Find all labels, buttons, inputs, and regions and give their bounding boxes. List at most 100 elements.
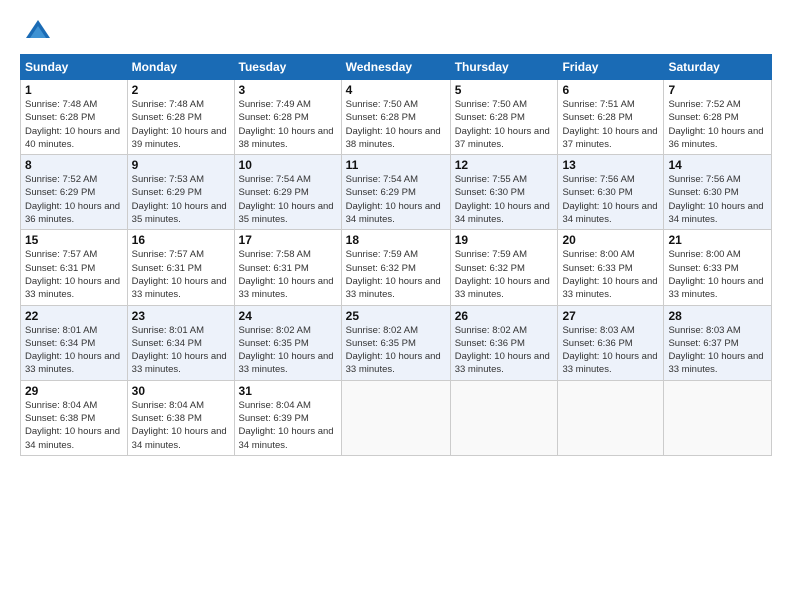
day-number: 26 (455, 309, 554, 323)
logo-icon (24, 16, 52, 44)
day-number: 24 (239, 309, 337, 323)
day-number: 14 (668, 158, 767, 172)
day-info: Sunrise: 8:04 AMSunset: 6:38 PMDaylight:… (132, 399, 230, 452)
calendar-col-header: Friday (558, 55, 664, 80)
calendar-col-header: Tuesday (234, 55, 341, 80)
day-number: 19 (455, 233, 554, 247)
day-number: 30 (132, 384, 230, 398)
day-info: Sunrise: 7:49 AMSunset: 6:28 PMDaylight:… (239, 98, 337, 151)
day-info: Sunrise: 7:54 AMSunset: 6:29 PMDaylight:… (346, 173, 446, 226)
calendar-cell: 31Sunrise: 8:04 AMSunset: 6:39 PMDayligh… (234, 380, 341, 455)
calendar-cell: 10Sunrise: 7:54 AMSunset: 6:29 PMDayligh… (234, 155, 341, 230)
day-number: 11 (346, 158, 446, 172)
day-info: Sunrise: 8:00 AMSunset: 6:33 PMDaylight:… (668, 248, 767, 301)
day-number: 29 (25, 384, 123, 398)
calendar-row: 22Sunrise: 8:01 AMSunset: 6:34 PMDayligh… (21, 305, 772, 380)
day-info: Sunrise: 7:54 AMSunset: 6:29 PMDaylight:… (239, 173, 337, 226)
calendar-cell: 25Sunrise: 8:02 AMSunset: 6:35 PMDayligh… (341, 305, 450, 380)
calendar-col-header: Sunday (21, 55, 128, 80)
calendar-cell: 13Sunrise: 7:56 AMSunset: 6:30 PMDayligh… (558, 155, 664, 230)
logo (20, 16, 52, 44)
calendar-cell: 26Sunrise: 8:02 AMSunset: 6:36 PMDayligh… (450, 305, 558, 380)
calendar-row: 1Sunrise: 7:48 AMSunset: 6:28 PMDaylight… (21, 80, 772, 155)
day-info: Sunrise: 7:50 AMSunset: 6:28 PMDaylight:… (346, 98, 446, 151)
day-info: Sunrise: 7:59 AMSunset: 6:32 PMDaylight:… (346, 248, 446, 301)
calendar-cell: 9Sunrise: 7:53 AMSunset: 6:29 PMDaylight… (127, 155, 234, 230)
calendar-cell: 6Sunrise: 7:51 AMSunset: 6:28 PMDaylight… (558, 80, 664, 155)
calendar-table: SundayMondayTuesdayWednesdayThursdayFrid… (20, 54, 772, 456)
day-number: 2 (132, 83, 230, 97)
day-number: 12 (455, 158, 554, 172)
day-info: Sunrise: 7:56 AMSunset: 6:30 PMDaylight:… (668, 173, 767, 226)
calendar-cell: 18Sunrise: 7:59 AMSunset: 6:32 PMDayligh… (341, 230, 450, 305)
header (20, 16, 772, 44)
day-number: 31 (239, 384, 337, 398)
day-info: Sunrise: 7:48 AMSunset: 6:28 PMDaylight:… (132, 98, 230, 151)
calendar-cell (341, 380, 450, 455)
calendar-cell: 15Sunrise: 7:57 AMSunset: 6:31 PMDayligh… (21, 230, 128, 305)
calendar-cell: 22Sunrise: 8:01 AMSunset: 6:34 PMDayligh… (21, 305, 128, 380)
day-info: Sunrise: 8:02 AMSunset: 6:35 PMDaylight:… (346, 324, 446, 377)
day-number: 16 (132, 233, 230, 247)
day-number: 22 (25, 309, 123, 323)
calendar-cell (664, 380, 772, 455)
calendar-cell: 1Sunrise: 7:48 AMSunset: 6:28 PMDaylight… (21, 80, 128, 155)
day-number: 3 (239, 83, 337, 97)
calendar-cell (450, 380, 558, 455)
day-info: Sunrise: 8:01 AMSunset: 6:34 PMDaylight:… (132, 324, 230, 377)
day-info: Sunrise: 7:57 AMSunset: 6:31 PMDaylight:… (132, 248, 230, 301)
calendar-cell: 16Sunrise: 7:57 AMSunset: 6:31 PMDayligh… (127, 230, 234, 305)
day-info: Sunrise: 8:00 AMSunset: 6:33 PMDaylight:… (562, 248, 659, 301)
day-info: Sunrise: 8:03 AMSunset: 6:37 PMDaylight:… (668, 324, 767, 377)
calendar-col-header: Wednesday (341, 55, 450, 80)
day-info: Sunrise: 7:57 AMSunset: 6:31 PMDaylight:… (25, 248, 123, 301)
day-number: 4 (346, 83, 446, 97)
day-number: 17 (239, 233, 337, 247)
calendar-col-header: Thursday (450, 55, 558, 80)
calendar-cell: 2Sunrise: 7:48 AMSunset: 6:28 PMDaylight… (127, 80, 234, 155)
day-number: 25 (346, 309, 446, 323)
day-info: Sunrise: 7:48 AMSunset: 6:28 PMDaylight:… (25, 98, 123, 151)
day-info: Sunrise: 7:51 AMSunset: 6:28 PMDaylight:… (562, 98, 659, 151)
day-info: Sunrise: 7:56 AMSunset: 6:30 PMDaylight:… (562, 173, 659, 226)
calendar-cell: 17Sunrise: 7:58 AMSunset: 6:31 PMDayligh… (234, 230, 341, 305)
day-info: Sunrise: 7:52 AMSunset: 6:29 PMDaylight:… (25, 173, 123, 226)
day-info: Sunrise: 8:02 AMSunset: 6:36 PMDaylight:… (455, 324, 554, 377)
calendar-cell: 19Sunrise: 7:59 AMSunset: 6:32 PMDayligh… (450, 230, 558, 305)
calendar-cell: 8Sunrise: 7:52 AMSunset: 6:29 PMDaylight… (21, 155, 128, 230)
day-number: 7 (668, 83, 767, 97)
calendar-cell: 4Sunrise: 7:50 AMSunset: 6:28 PMDaylight… (341, 80, 450, 155)
calendar-cell: 14Sunrise: 7:56 AMSunset: 6:30 PMDayligh… (664, 155, 772, 230)
day-number: 18 (346, 233, 446, 247)
day-number: 28 (668, 309, 767, 323)
calendar-row: 15Sunrise: 7:57 AMSunset: 6:31 PMDayligh… (21, 230, 772, 305)
calendar-cell: 27Sunrise: 8:03 AMSunset: 6:36 PMDayligh… (558, 305, 664, 380)
day-info: Sunrise: 7:53 AMSunset: 6:29 PMDaylight:… (132, 173, 230, 226)
calendar-col-header: Monday (127, 55, 234, 80)
day-number: 27 (562, 309, 659, 323)
calendar-col-header: Saturday (664, 55, 772, 80)
calendar-cell: 12Sunrise: 7:55 AMSunset: 6:30 PMDayligh… (450, 155, 558, 230)
calendar-header-row: SundayMondayTuesdayWednesdayThursdayFrid… (21, 55, 772, 80)
day-number: 1 (25, 83, 123, 97)
calendar-cell: 11Sunrise: 7:54 AMSunset: 6:29 PMDayligh… (341, 155, 450, 230)
day-number: 8 (25, 158, 123, 172)
day-info: Sunrise: 8:01 AMSunset: 6:34 PMDaylight:… (25, 324, 123, 377)
day-number: 9 (132, 158, 230, 172)
calendar-row: 8Sunrise: 7:52 AMSunset: 6:29 PMDaylight… (21, 155, 772, 230)
day-info: Sunrise: 7:52 AMSunset: 6:28 PMDaylight:… (668, 98, 767, 151)
day-number: 13 (562, 158, 659, 172)
day-info: Sunrise: 7:58 AMSunset: 6:31 PMDaylight:… (239, 248, 337, 301)
day-number: 5 (455, 83, 554, 97)
day-info: Sunrise: 7:55 AMSunset: 6:30 PMDaylight:… (455, 173, 554, 226)
day-info: Sunrise: 8:04 AMSunset: 6:38 PMDaylight:… (25, 399, 123, 452)
calendar-cell: 29Sunrise: 8:04 AMSunset: 6:38 PMDayligh… (21, 380, 128, 455)
calendar-cell: 5Sunrise: 7:50 AMSunset: 6:28 PMDaylight… (450, 80, 558, 155)
day-info: Sunrise: 8:03 AMSunset: 6:36 PMDaylight:… (562, 324, 659, 377)
calendar-row: 29Sunrise: 8:04 AMSunset: 6:38 PMDayligh… (21, 380, 772, 455)
calendar-cell: 23Sunrise: 8:01 AMSunset: 6:34 PMDayligh… (127, 305, 234, 380)
day-number: 10 (239, 158, 337, 172)
calendar-cell: 30Sunrise: 8:04 AMSunset: 6:38 PMDayligh… (127, 380, 234, 455)
day-number: 15 (25, 233, 123, 247)
day-number: 6 (562, 83, 659, 97)
